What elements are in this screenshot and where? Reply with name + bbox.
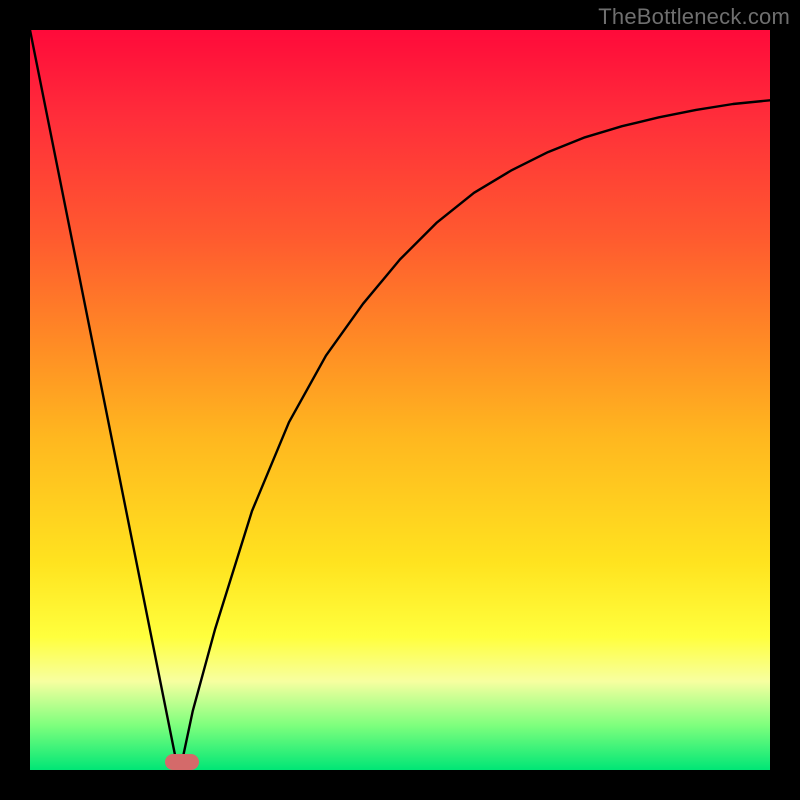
chart-frame: TheBottleneck.com bbox=[0, 0, 800, 800]
curve-layer bbox=[30, 30, 770, 770]
attribution-label: TheBottleneck.com bbox=[598, 4, 790, 30]
bottleneck-curve bbox=[30, 30, 770, 770]
plot-area bbox=[30, 30, 770, 770]
optimum-marker bbox=[165, 754, 199, 770]
